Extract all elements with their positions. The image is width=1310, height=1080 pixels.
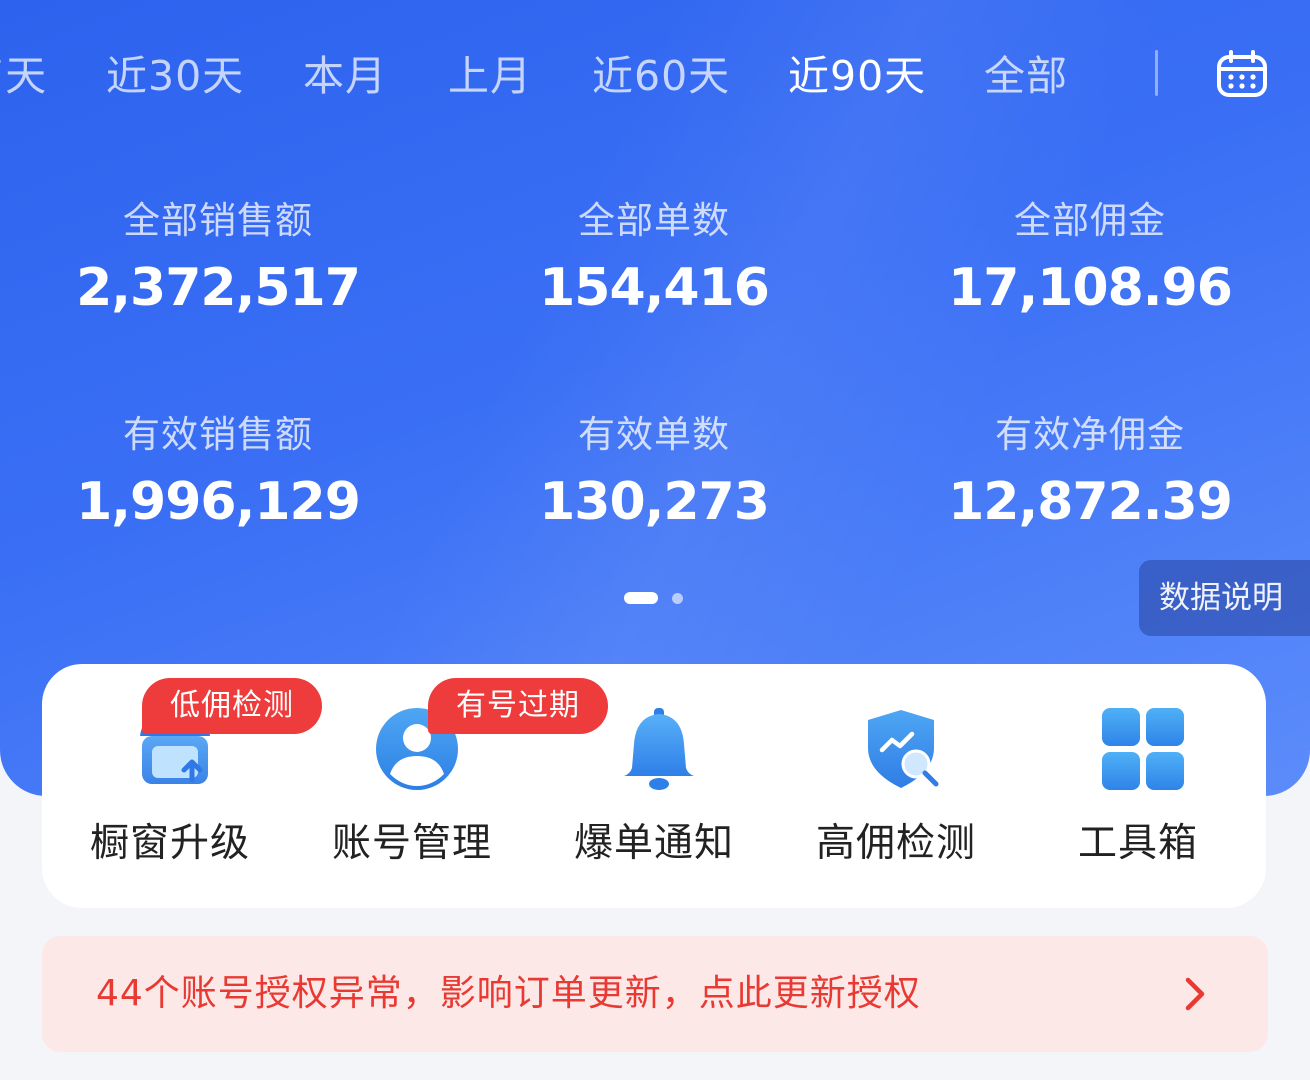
tab-7days[interactable]: 7天	[0, 48, 47, 104]
tabs-divider	[1155, 50, 1158, 96]
tab-all[interactable]: 全部	[984, 48, 1068, 104]
tool-label: 爆单通知	[573, 821, 734, 866]
date-range-tabs: 7天 近30天 本月 上月 近60天 近90天 全部	[0, 40, 1150, 110]
grid-icon	[1102, 708, 1184, 790]
shield-search-icon	[868, 710, 939, 788]
tool-label: 高佣检测	[815, 821, 976, 866]
stat-value: 17,108.96	[948, 258, 1233, 318]
stat-label: 有效销售额	[123, 413, 313, 456]
tab-this-month[interactable]: 本月	[303, 48, 387, 104]
stat-total-orders: 全部单数 154,416	[444, 196, 864, 324]
calendar-icon[interactable]	[1216, 50, 1268, 98]
stat-value: 12,872.39	[948, 472, 1233, 532]
stat-value: 1,996,129	[76, 472, 361, 532]
stat-total-sales: 全部销售额 2,372,517	[8, 196, 428, 324]
tool-label: 工具箱	[1077, 821, 1198, 866]
auth-alert-banner[interactable]: 44个账号授权异常，影响订单更新，点此更新授权	[42, 936, 1268, 1052]
stat-valid-net-commission: 有效净佣金 12,872.39	[880, 410, 1300, 538]
stat-valid-sales: 有效销售额 1,996,129	[8, 410, 428, 538]
stat-value: 130,273	[539, 472, 770, 532]
bell-icon	[624, 708, 694, 790]
page-dot-active[interactable]	[624, 592, 658, 604]
auth-alert-text: 44个账号授权异常，影响订单更新，点此更新授权	[96, 973, 921, 1014]
page-dot[interactable]	[672, 593, 683, 604]
chevron-right-icon	[1185, 977, 1205, 1011]
tool-toolbox[interactable]: 工具箱	[1018, 664, 1258, 908]
tools-card: 橱窗升级 账号管理 爆单通知 高佣检测 工具箱 低佣检测 有号过期	[42, 664, 1266, 908]
stat-label: 全部单数	[578, 199, 730, 242]
tab-60days[interactable]: 近60天	[592, 48, 730, 104]
stat-total-commission: 全部佣金 17,108.96	[880, 196, 1300, 324]
tab-last-month[interactable]: 上月	[448, 48, 532, 104]
stat-label: 全部销售额	[123, 199, 313, 242]
data-explain-button[interactable]: 数据说明	[1139, 560, 1310, 636]
tab-90days[interactable]: 近90天	[788, 48, 926, 104]
stat-value: 2,372,517	[76, 258, 361, 318]
tab-30days[interactable]: 近30天	[106, 48, 244, 104]
stat-label: 有效净佣金	[995, 413, 1185, 456]
stat-label: 有效单数	[578, 413, 730, 456]
badge-low-commission-check: 低佣检测	[142, 678, 322, 734]
tool-label: 账号管理	[331, 821, 492, 866]
tool-label: 橱窗升级	[89, 821, 250, 866]
badge-account-expired: 有号过期	[428, 678, 608, 734]
stat-value: 154,416	[539, 258, 770, 318]
stat-label: 全部佣金	[1014, 199, 1166, 242]
tool-high-commission-check[interactable]: 高佣检测	[776, 664, 1016, 908]
stat-valid-orders: 有效单数 130,273	[444, 410, 864, 538]
